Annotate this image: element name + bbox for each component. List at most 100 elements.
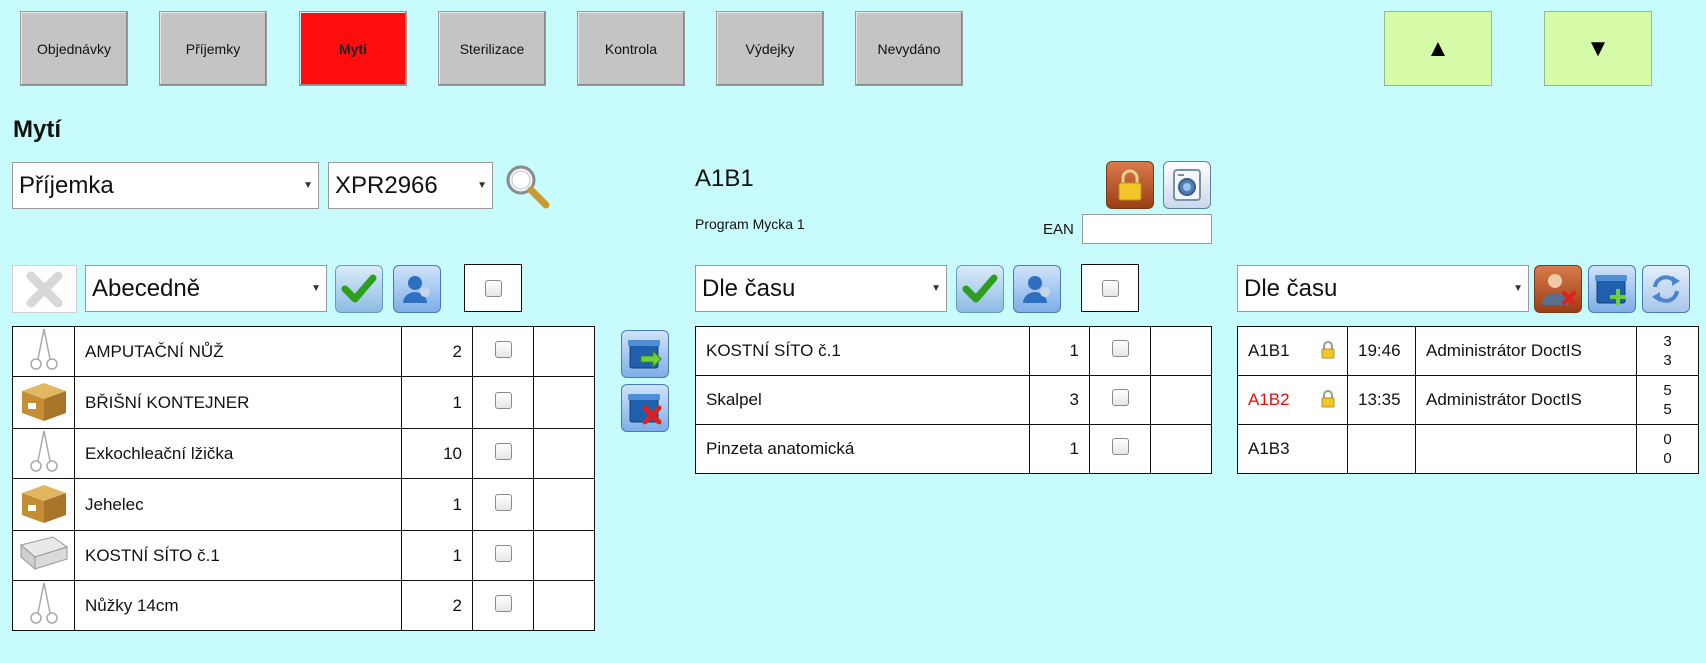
item-name: Exkochleační lžička — [73, 428, 403, 479]
scroll-up-button[interactable]: ▲ — [1384, 11, 1492, 86]
move-to-washer-button[interactable] — [621, 330, 669, 378]
washer-program: Program Mycka 1 — [695, 216, 805, 232]
add-batch-button[interactable] — [1588, 265, 1636, 313]
middle-confirm-button[interactable] — [956, 265, 1004, 313]
table-row[interactable]: KOSTNÍ SÍTO č.1 1 — [12, 530, 595, 581]
washer-button[interactable] — [1163, 161, 1211, 209]
scissors-icon — [12, 326, 75, 377]
table-row[interactable]: Nůžky 14cm 2 — [12, 580, 595, 631]
left-select-all-checkbox[interactable] — [464, 264, 522, 312]
item-qty: 2 — [401, 580, 473, 631]
left-sort-select[interactable]: Abecedně ▼ — [85, 265, 327, 312]
left-items-table: AMPUTAČNÍ NŮŽ 2 BŘIŠNÍ KONTEJNER 1 Exkoc… — [12, 326, 595, 631]
table-row[interactable]: Skalpel 3 — [695, 375, 1212, 425]
row-checkbox[interactable] — [472, 326, 534, 377]
table-row[interactable]: Exkochleační lžička 10 — [12, 428, 595, 479]
tab-vydejky[interactable]: Výdejky — [716, 11, 824, 86]
add-icon — [1595, 275, 1627, 305]
tab-prijemky[interactable]: Příjemky — [159, 11, 267, 86]
table-row[interactable]: Pinzeta anatomická 1 — [695, 424, 1212, 474]
chevron-down-icon: ▼ — [311, 283, 321, 294]
washer-name: A1B1 — [695, 165, 754, 192]
row-checkbox[interactable] — [472, 580, 534, 631]
doc-type-value: Příjemka — [19, 171, 114, 199]
batch-count-b: 5 — [1663, 401, 1672, 418]
item-qty: 10 — [401, 428, 473, 479]
remove-user-icon — [1542, 274, 1576, 305]
batch-count-a: 3 — [1663, 333, 1672, 350]
table-row[interactable]: BŘIŠNÍ KONTEJNER 1 — [12, 376, 595, 429]
batch-time: 13:35 — [1347, 375, 1416, 425]
batch-count-b: 0 — [1663, 450, 1672, 467]
item-qty: 1 — [401, 530, 473, 581]
batch-count-a: 5 — [1663, 382, 1672, 399]
clear-button[interactable] — [12, 265, 77, 313]
ean-label: EAN — [1043, 221, 1074, 238]
row-checkbox[interactable] — [1089, 326, 1151, 376]
doc-number-select[interactable]: XPR2966 ▼ — [328, 162, 493, 209]
tab-sterilizace[interactable]: Sterilizace — [438, 11, 546, 86]
table-row[interactable]: Jehelec 1 — [12, 478, 595, 531]
search-icon[interactable] — [503, 163, 551, 211]
table-row[interactable]: AMPUTAČNÍ NŮŽ 2 — [12, 326, 595, 377]
row-checkbox[interactable] — [1089, 424, 1151, 474]
batch-user: Administrátor DoctIS — [1415, 326, 1637, 376]
batch-code: A1B3 — [1248, 439, 1290, 458]
remove-from-washer-button[interactable] — [621, 384, 669, 432]
item-name: Skalpel — [695, 375, 1030, 425]
remove-icon — [628, 394, 662, 425]
row-checkbox[interactable] — [1089, 375, 1151, 425]
tray-icon — [12, 530, 75, 581]
lock-icon — [1321, 341, 1335, 364]
tab-nevydano[interactable]: Nevydáno — [855, 11, 963, 86]
item-name: KOSTNÍ SÍTO č.1 — [73, 530, 403, 581]
tab-kontrola[interactable]: Kontrola — [577, 11, 685, 86]
middle-select-all-checkbox[interactable] — [1081, 264, 1139, 312]
tab-objednavky[interactable]: Objednávky — [20, 11, 128, 86]
chevron-down-icon: ▼ — [931, 283, 941, 294]
lock-button[interactable] — [1106, 161, 1154, 209]
left-confirm-button[interactable] — [335, 265, 383, 313]
table-row[interactable]: A1B1 19:46 Administrátor DoctIS 3 3 — [1237, 326, 1699, 376]
table-row[interactable]: A1B3 0 0 — [1237, 424, 1699, 474]
scroll-down-button[interactable]: ▼ — [1544, 11, 1652, 86]
chevron-down-icon: ▼ — [1513, 283, 1523, 294]
middle-user-button[interactable] — [1013, 265, 1061, 313]
item-qty: 1 — [1028, 326, 1091, 376]
middle-sort-select[interactable]: Dle času ▼ — [695, 265, 947, 312]
item-name: KOSTNÍ SÍTO č.1 — [695, 326, 1030, 376]
refresh-button[interactable] — [1642, 265, 1690, 313]
doc-type-select[interactable]: Příjemka ▼ — [12, 162, 319, 209]
remove-user-button[interactable] — [1534, 265, 1582, 313]
tab-myti[interactable]: Myti — [299, 11, 407, 86]
item-name: AMPUTAČNÍ NŮŽ — [73, 326, 403, 377]
batch-count-a: 0 — [1663, 431, 1672, 448]
chevron-down-icon: ▼ — [303, 180, 313, 191]
scissors-icon — [12, 428, 75, 479]
close-icon — [26, 271, 63, 308]
row-checkbox[interactable] — [472, 478, 534, 531]
batches-table: A1B1 19:46 Administrátor DoctIS 3 3 A1B2 … — [1237, 326, 1699, 474]
right-sort-select[interactable]: Dle času ▼ — [1237, 265, 1529, 312]
left-user-button[interactable] — [393, 265, 441, 313]
row-checkbox[interactable] — [472, 530, 534, 581]
table-row[interactable]: A1B2 13:35 Administrátor DoctIS 5 5 — [1237, 375, 1699, 425]
checkmark-icon — [962, 274, 998, 303]
move-in-icon — [628, 340, 662, 369]
batch-count-b: 3 — [1663, 352, 1672, 369]
ean-input[interactable] — [1082, 214, 1212, 244]
table-row[interactable]: KOSTNÍ SÍTO č.1 1 — [695, 326, 1212, 376]
refresh-icon — [1652, 275, 1680, 303]
chevron-down-icon: ▼ — [477, 180, 487, 191]
item-qty: 2 — [401, 326, 473, 377]
item-qty: 1 — [1028, 424, 1091, 474]
washer-items-table: KOSTNÍ SÍTO č.1 1 Skalpel 3 Pinzeta anat… — [695, 326, 1212, 474]
item-name: BŘIŠNÍ KONTEJNER — [73, 376, 403, 429]
item-qty: 1 — [401, 376, 473, 429]
row-checkbox[interactable] — [472, 428, 534, 479]
scissors-icon — [12, 580, 75, 631]
checkmark-icon — [341, 274, 377, 303]
batch-time: 19:46 — [1347, 326, 1416, 376]
item-name: Pinzeta anatomická — [695, 424, 1030, 474]
row-checkbox[interactable] — [472, 376, 534, 429]
